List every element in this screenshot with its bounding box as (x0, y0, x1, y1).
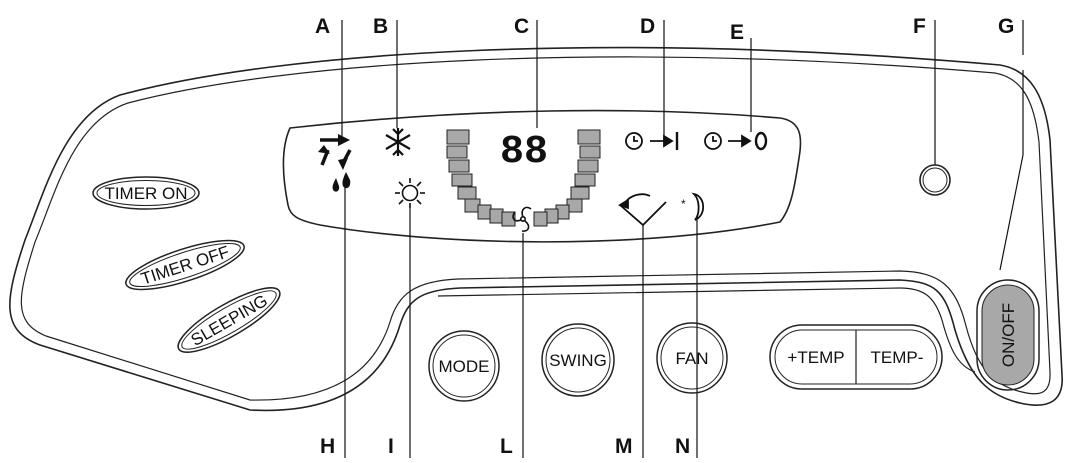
timer-off-button[interactable]: TIMER OFF (121, 231, 249, 300)
temp-plus-label: +TEMP (787, 348, 844, 367)
fan-label: FAN (675, 349, 708, 368)
temperature-digits: 88 (500, 130, 548, 175)
temp-minus-button[interactable]: TEMP- (871, 348, 924, 367)
svg-text:*: * (681, 197, 686, 211)
swing-icon (617, 193, 667, 227)
callout-m: M (615, 435, 633, 458)
callout-a: A (315, 15, 331, 38)
dry-drops-icon (332, 172, 351, 192)
timer-off-icon (704, 131, 768, 151)
temp-plus-button[interactable]: +TEMP (787, 348, 844, 367)
sleeping-button[interactable]: SLEEPING (171, 277, 287, 363)
callout-i: I (388, 435, 394, 458)
callout-b: B (373, 15, 389, 38)
callout-n: N (675, 435, 691, 458)
fan-button[interactable]: FAN (656, 322, 728, 394)
timer-on-button[interactable]: TIMER ON (92, 176, 200, 210)
sleep-moon-icon: * (681, 192, 705, 221)
sun-heat-icon (395, 178, 425, 208)
panel-drawing: 88 * TIMER ON TIMER OFF SLEEPING MODE SW… (9, 20, 1063, 458)
snowflake-icon (385, 128, 411, 156)
callout-e: E (730, 21, 745, 44)
callout-g: G (998, 15, 1015, 38)
mode-button[interactable]: MODE (428, 330, 500, 402)
callout-d: D (640, 15, 656, 38)
callout-l: L (500, 435, 513, 458)
mode-label: MODE (439, 357, 490, 376)
callout-c: C (514, 15, 530, 38)
callout-f: F (913, 15, 926, 38)
temp-minus-label: TEMP- (871, 348, 924, 367)
timer-on-label: TIMER ON (104, 184, 187, 203)
indicator-lamp-icon (919, 164, 951, 196)
cool-cycle-icon (318, 134, 352, 170)
on-off-button[interactable]: ON/OFF (976, 279, 1040, 391)
on-off-label: ON/OFF (999, 303, 1018, 367)
swing-label: SWING (549, 351, 607, 370)
fan-icon (512, 206, 532, 232)
timer-on-icon (625, 132, 679, 150)
control-panel-diagram: 88 * TIMER ON TIMER OFF SLEEPING MODE SW… (0, 0, 1075, 458)
callout-h: H (320, 435, 336, 458)
swing-button[interactable]: SWING (541, 323, 615, 397)
